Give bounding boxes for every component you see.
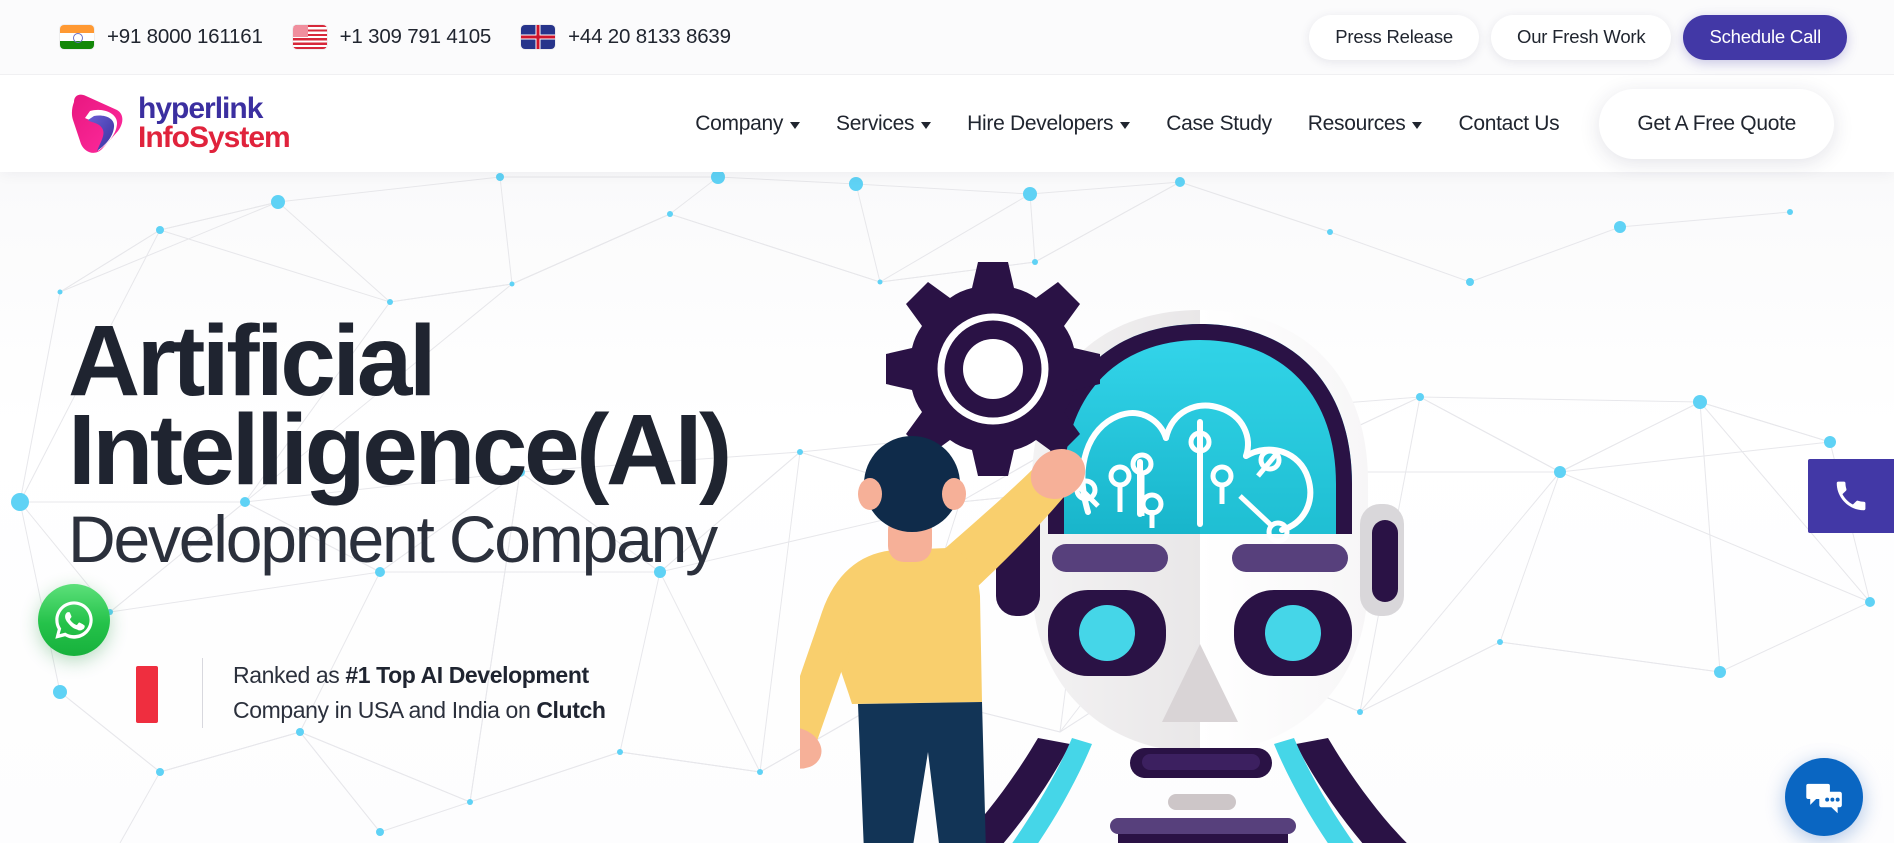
nav-item-case-study[interactable]: Case Study [1148, 94, 1290, 154]
phone-list: +91 8000 161161 +1 309 791 4105 +44 20 8… [60, 25, 731, 49]
flag-uk-icon [521, 25, 556, 49]
ranked-prefix: Ranked as [233, 662, 346, 689]
hero-subheading: Development Company [68, 502, 718, 576]
clutch-badge-bar [136, 666, 158, 723]
call-now-button[interactable] [1808, 459, 1894, 533]
main-navigation-bar: hyperlink InfoSystem Company Services Hi… [0, 75, 1894, 172]
phone-icon [1836, 481, 1866, 511]
nav-item-resources[interactable]: Resources [1290, 94, 1441, 154]
vertical-divider [202, 658, 203, 728]
ranked-strong-2: Clutch [536, 697, 606, 723]
schedule-call-button[interactable]: Schedule Call [1683, 14, 1847, 60]
chevron-down-icon [1412, 121, 1423, 129]
flag-usa-icon [292, 25, 327, 49]
chevron-down-icon [1120, 121, 1131, 129]
nav-label-hire-developers: Hire Developers [967, 111, 1114, 135]
phone-number-india[interactable]: +91 8000 161161 [107, 25, 263, 49]
phone-item-india[interactable]: +91 8000 161161 [60, 25, 263, 49]
ranked-text: Ranked as #1 Top AI Development Company … [233, 658, 606, 728]
page-root: +91 8000 161161 +1 309 791 4105 +44 20 8… [0, 0, 1894, 843]
clutch-badge-icon [68, 650, 188, 736]
chevron-down-icon [790, 121, 801, 129]
brand-logo[interactable]: hyperlink InfoSystem [68, 91, 291, 155]
nav-label-services: Services [836, 111, 915, 135]
live-chat-button[interactable] [1785, 758, 1863, 836]
our-fresh-work-button[interactable]: Our Fresh Work [1491, 14, 1672, 60]
chat-bubbles-icon [1806, 783, 1842, 814]
whatsapp-icon [55, 601, 93, 639]
phone-number-usa[interactable]: +1 309 791 4105 [340, 25, 492, 49]
whatsapp-chat-button[interactable] [38, 584, 110, 656]
nav-menu: Company Services Hire Developers Case St… [677, 94, 1577, 154]
phone-number-uk[interactable]: +44 20 8133 8639 [568, 25, 731, 49]
ranked-strong-1: #1 Top AI Development [345, 662, 589, 689]
chevron-down-icon [921, 121, 932, 129]
hero-heading-line-2: Intelligence(AI) [68, 394, 732, 506]
hero-section: Artificial Intelligence(AI) Development … [0, 172, 1894, 843]
nav-label-company: Company [695, 111, 784, 135]
brand-line-2: InfoSystem [138, 120, 291, 154]
press-release-button[interactable]: Press Release [1309, 14, 1479, 60]
nav-label-contact-us: Contact Us [1458, 111, 1560, 135]
nav-item-contact-us[interactable]: Contact Us [1440, 94, 1577, 154]
flag-india-icon [60, 25, 94, 49]
page-title: Artificial Intelligence(AI) [68, 311, 1028, 506]
get-a-free-quote-button[interactable]: Get A Free Quote [1599, 88, 1834, 159]
nav-item-company[interactable]: Company [677, 94, 818, 154]
hyperlink-logo-icon [71, 94, 123, 153]
top-action-buttons: Press Release Our Fresh Work Schedule Ca… [1309, 14, 1847, 60]
nav-label-resources: Resources [1307, 111, 1406, 135]
brand-wordmark: hyperlink InfoSystem [138, 91, 291, 154]
ranked-middle: Company in USA and India on [233, 697, 537, 723]
nav-label-case-study: Case Study [1166, 111, 1272, 135]
phone-item-uk[interactable]: +44 20 8133 8639 [521, 25, 731, 49]
top-contact-bar: +91 8000 161161 +1 309 791 4105 +44 20 8… [0, 0, 1894, 75]
hero-copy: Artificial Intelligence(AI) Development … [68, 311, 1028, 577]
brand-line-1: hyperlink [138, 91, 263, 125]
phone-item-usa[interactable]: +1 309 791 4105 [292, 25, 492, 49]
nav-item-services[interactable]: Services [818, 94, 949, 154]
nav-item-hire-developers[interactable]: Hire Developers [949, 94, 1148, 154]
clutch-ranking-row: Ranked as #1 Top AI Development Company … [68, 650, 606, 736]
